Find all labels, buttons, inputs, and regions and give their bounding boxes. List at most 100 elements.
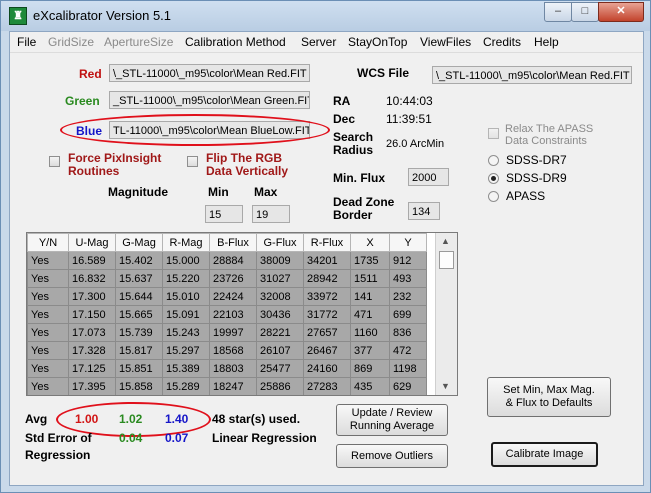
table-cell: 141 [350, 287, 390, 306]
search-radius-value: 26.0 ArcMin [386, 138, 445, 150]
table-cell: 15.637 [115, 269, 163, 288]
column-header[interactable]: R-Mag [162, 233, 210, 252]
menu-aperturesize[interactable]: ApertureSize [104, 35, 173, 49]
table-cell: 912 [389, 251, 427, 270]
mag-min-input[interactable]: 15 [205, 205, 243, 223]
scroll-thumb[interactable] [439, 251, 454, 269]
menu-help[interactable]: Help [534, 35, 559, 49]
yn-cell[interactable]: Yes [27, 287, 69, 306]
table-row[interactable]: Yes 16.832 15.637 15.220 23726 31027 28942 1511… [27, 269, 427, 288]
table-cell: 25477 [256, 359, 304, 378]
column-header[interactable]: X [350, 233, 390, 252]
table-cell: 33972 [303, 287, 351, 306]
menu-gridsize[interactable]: GridSize [48, 35, 94, 49]
mag-max-input[interactable]: 19 [252, 205, 290, 223]
app-icon: ♜ [9, 7, 27, 25]
menu-stayontop[interactable]: StayOnTop [348, 35, 407, 49]
yn-cell[interactable]: Yes [27, 377, 69, 395]
flip-rgb-checkbox[interactable] [187, 156, 198, 167]
table-row[interactable]: Yes 17.328 15.817 15.297 18568 26107 26467 377 4… [27, 341, 427, 360]
scroll-down-icon[interactable]: ▼ [441, 381, 450, 391]
remove-outliers-button[interactable]: Remove Outliers [336, 444, 448, 468]
table-cell: 15.644 [115, 287, 163, 306]
close-button[interactable]: ✕ [598, 2, 644, 22]
dead-zone-input[interactable]: 134 [408, 202, 440, 220]
menu-calibration-method[interactable]: Calibration Method [185, 35, 286, 49]
star-data-grid[interactable]: Y/N U-Mag G-Mag R-Mag B-Flux G-Flux R-Flux X Y Y… [26, 232, 458, 396]
flip-rgb-label-1: Flip The RGB [206, 151, 282, 165]
relax-apass-checkbox[interactable] [488, 128, 499, 139]
green-file-field[interactable]: _STL-11000\_m95\color\Mean Green.FIT [109, 91, 310, 109]
ra-label: RA [333, 94, 351, 108]
magnitude-label: Magnitude [108, 185, 168, 199]
dead-zone-label-2: Border [333, 208, 373, 222]
radio-apass[interactable] [488, 191, 499, 202]
table-cell: 15.389 [162, 359, 210, 378]
table-cell: 28221 [256, 323, 304, 342]
yn-cell[interactable]: Yes [27, 359, 69, 378]
yn-cell[interactable]: Yes [27, 269, 69, 288]
table-cell: 472 [389, 341, 427, 360]
radio-sdss-dr9[interactable] [488, 173, 499, 184]
maximize-button[interactable]: □ [571, 2, 599, 22]
column-header[interactable]: R-Flux [303, 233, 351, 252]
menu-viewfiles[interactable]: ViewFiles [420, 35, 471, 49]
minimize-button[interactable]: – [544, 2, 572, 22]
app-window: ♜ eXcalibrator Version 5.1 – □ ✕ File Gr… [0, 0, 651, 493]
table-cell: 24160 [303, 359, 351, 378]
table-row[interactable]: Yes 17.300 15.644 15.010 22424 32008 33972 141 2… [27, 287, 427, 306]
table-cell: 31027 [256, 269, 304, 288]
min-flux-input[interactable]: 2000 [408, 168, 449, 186]
table-row[interactable]: Yes 17.073 15.739 15.243 19997 28221 27657 1160… [27, 323, 427, 342]
highlight-ellipse-blue [60, 114, 330, 146]
scroll-up-icon[interactable]: ▲ [441, 236, 450, 246]
table-cell: 38009 [256, 251, 304, 270]
set-defaults-button[interactable]: Set Min, Max Mag. & Flux to Defaults [487, 377, 611, 417]
radio-sdss-dr7[interactable] [488, 155, 499, 166]
column-header[interactable]: G-Mag [115, 233, 163, 252]
table-row[interactable]: Yes 17.150 15.665 15.091 22103 30436 31772 471 6… [27, 305, 427, 324]
sdss-dr7-label: SDSS-DR7 [506, 153, 567, 167]
relax-apass-label-2: Data Constraints [505, 135, 587, 147]
red-file-field[interactable]: \_STL-11000\_m95\color\Mean Red.FIT [109, 64, 310, 82]
menu-server[interactable]: Server [301, 35, 336, 49]
table-cell: 17.150 [68, 305, 116, 324]
wcs-file-field[interactable]: \_STL-11000\_m95\color\Mean Red.FIT [432, 66, 632, 84]
vertical-scrollbar[interactable]: ▲ ▼ [435, 233, 457, 395]
table-cell: 19997 [209, 323, 257, 342]
yn-cell[interactable]: Yes [27, 251, 69, 270]
force-pixinsight-checkbox[interactable] [49, 156, 60, 167]
column-header[interactable]: Y/N [27, 233, 69, 252]
table-cell: 15.220 [162, 269, 210, 288]
table-cell: 15.297 [162, 341, 210, 360]
table-cell: 699 [389, 305, 427, 324]
table-cell: 377 [350, 341, 390, 360]
table-row[interactable]: Yes 16.589 15.402 15.000 28884 38009 34201 1735… [27, 251, 427, 270]
menu-credits[interactable]: Credits [483, 35, 521, 49]
column-header[interactable]: U-Mag [68, 233, 116, 252]
table-cell: 34201 [303, 251, 351, 270]
yn-cell[interactable]: Yes [27, 323, 69, 342]
column-header[interactable]: B-Flux [209, 233, 257, 252]
table-cell: 26467 [303, 341, 351, 360]
std-error-label-1: Std Error of [25, 431, 92, 445]
client-area: File GridSize ApertureSize Calibration M… [9, 31, 644, 486]
stars-used-text: 48 star(s) used. [212, 412, 301, 426]
update-running-average-button[interactable]: Update / Review Running Average [336, 404, 448, 436]
search-radius-label-2: Radius [333, 143, 374, 157]
table-header-row: Y/N U-Mag G-Mag R-Mag B-Flux G-Flux R-Flux X Y [27, 233, 427, 252]
table-cell: 1511 [350, 269, 390, 288]
table-cell: 435 [350, 377, 390, 395]
star-table: Y/N U-Mag G-Mag R-Mag B-Flux G-Flux R-Flux X Y Y… [27, 233, 427, 395]
menu-file[interactable]: File [17, 35, 36, 49]
yn-cell[interactable]: Yes [27, 305, 69, 324]
column-header[interactable]: G-Flux [256, 233, 304, 252]
table-row[interactable]: Yes 17.125 15.851 15.389 18803 25477 24160 869 1… [27, 359, 427, 378]
table-row[interactable]: Yes 17.395 15.858 15.289 18247 25886 27283 435 6… [27, 377, 427, 395]
yn-cell[interactable]: Yes [27, 341, 69, 360]
calibrate-image-button[interactable]: Calibrate Image [491, 442, 598, 467]
table-cell: 15.000 [162, 251, 210, 270]
table-cell: 1735 [350, 251, 390, 270]
title-bar[interactable]: ♜ eXcalibrator Version 5.1 – □ ✕ [1, 1, 650, 31]
column-header[interactable]: Y [389, 233, 427, 252]
